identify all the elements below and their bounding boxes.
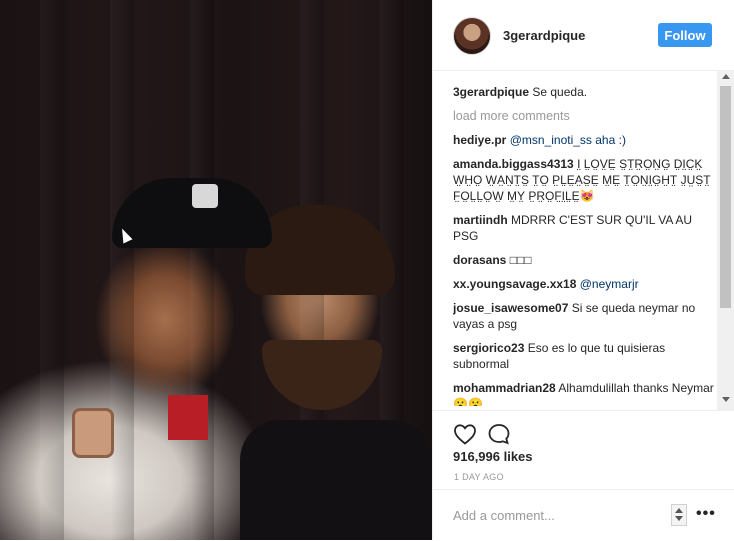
curtain-fold [190, 0, 214, 540]
caption: 3gerardpique Se queda. [453, 84, 715, 100]
post-photo[interactable] [0, 0, 432, 540]
comment-username[interactable]: sergiorico23 [453, 341, 524, 355]
comment-mention[interactable]: @neymarjr [580, 277, 639, 291]
comment-item: dorasans □□□ [453, 252, 715, 268]
cap-logo [192, 184, 218, 208]
comment-text: @msn_inoti_ss aha :) [509, 133, 626, 147]
follow-button[interactable]: Follow [658, 23, 712, 47]
beard [262, 340, 382, 410]
curtain-fold [110, 0, 134, 540]
comments-scrollbar[interactable] [717, 70, 734, 410]
comment-item: martiindh MDRRR C'EST SUR QU'IL VA AU PS… [453, 212, 715, 244]
post-timestamp[interactable]: 1 DAY AGO [454, 472, 504, 482]
comment-username[interactable]: dorasans [453, 253, 506, 267]
post-actions [433, 410, 734, 451]
stepper-down-icon[interactable] [675, 516, 683, 521]
comment-text: □□□ [509, 253, 532, 267]
comment-username[interactable]: hediye.pr [453, 133, 506, 147]
caption-text: Se queda. [532, 85, 588, 99]
comment-item: amanda.biggass4313 I̤ L̤O̤V̤E̤ S̤T̤R̤O̤N… [453, 156, 715, 204]
red-scarf [168, 395, 208, 440]
comment-username[interactable]: xx.youngsavage.xx18 [453, 277, 576, 291]
caption-username[interactable]: 3gerardpique [453, 85, 529, 99]
comment-item: xx.youngsavage.xx18 @neymarjr [453, 276, 715, 292]
add-comment-input[interactable] [453, 506, 663, 524]
comments-list: 3gerardpique Se queda. load more comment… [453, 84, 715, 406]
wristwatch [72, 408, 114, 458]
scroll-up-arrow-icon[interactable] [722, 74, 730, 79]
comment-item: mohammadrian28 Alhamdulillah thanks Neym… [453, 380, 715, 406]
black-shirt [240, 420, 432, 540]
load-more-comments-link[interactable]: load more comments [453, 108, 715, 124]
comment-username[interactable]: josue_isawesome07 [453, 301, 568, 315]
curtain-fold [40, 0, 64, 540]
resize-stepper[interactable] [671, 504, 687, 526]
scroll-thumb[interactable] [720, 86, 731, 308]
stepper-up-icon[interactable] [675, 508, 683, 513]
comment-item: sergiorico23 Eso es lo que tu quisieras … [453, 340, 715, 372]
comment-icon[interactable] [487, 423, 511, 445]
comment-username[interactable]: mohammadrian28 [453, 381, 556, 395]
heart-icon[interactable] [453, 423, 477, 445]
add-comment-bar: ••• [433, 489, 734, 541]
comment-item: josue_isawesome07 Si se queda neymar no … [453, 300, 715, 332]
post-sidebar: 3gerardpique Follow 3gerardpique Se qued… [432, 0, 734, 540]
comment-item: hediye.pr @msn_inoti_ss aha :) [453, 132, 715, 148]
post-header: 3gerardpique Follow [433, 0, 734, 71]
more-options-icon[interactable]: ••• [696, 505, 716, 523]
comment-username[interactable]: amanda.biggass4313 [453, 157, 574, 171]
comment-username[interactable]: martiindh [453, 213, 508, 227]
header-username[interactable]: 3gerardpique [503, 28, 585, 43]
scroll-down-arrow-icon[interactable] [722, 397, 730, 402]
avatar[interactable] [453, 17, 491, 55]
likes-count[interactable]: 916,996 likes [453, 449, 533, 464]
